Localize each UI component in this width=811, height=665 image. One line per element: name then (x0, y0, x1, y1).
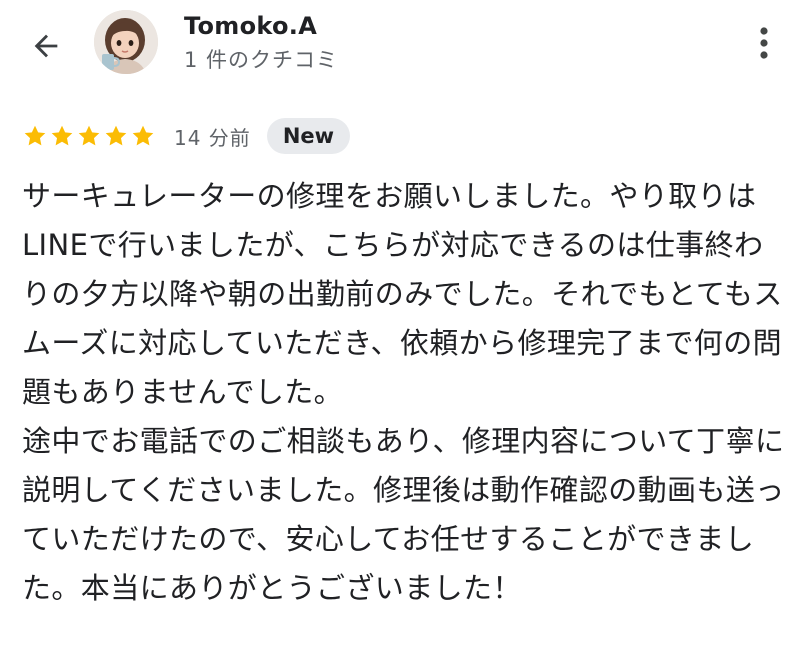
star-icon (105, 125, 127, 146)
avatar[interactable] (94, 10, 158, 74)
reviewer-name[interactable]: Tomoko.A (184, 12, 317, 40)
arrow-left-icon (34, 34, 58, 58)
review-header: Tomoko.A 1 件のクチコミ (0, 0, 811, 90)
star-icon (78, 125, 100, 146)
star-icon (132, 125, 154, 146)
new-badge: New (266, 118, 351, 154)
review-text: サーキュレーターの修理をお願いしました。やり取りはLINEで行いましたが、こちら… (22, 172, 792, 613)
review-meta: 14 分前 New (22, 116, 351, 156)
review-time: 14 分前 (174, 125, 251, 150)
star-icon (51, 125, 73, 146)
star-rating (22, 123, 156, 149)
review-count: 1 件のクチコミ (184, 48, 339, 72)
more-vert-icon (760, 27, 768, 59)
avatar-illustration (94, 10, 158, 74)
review-paragraph: サーキュレーターの修理をお願いしました。やり取りはLINEで行いましたが、こちら… (22, 179, 783, 409)
star-icon (24, 125, 46, 146)
review-paragraph: 途中でお電話でのご相談もあり、修理内容について丁寧に説明してくださいました。修理… (22, 424, 785, 605)
more-options-button[interactable] (742, 18, 786, 68)
back-button[interactable] (22, 22, 70, 70)
